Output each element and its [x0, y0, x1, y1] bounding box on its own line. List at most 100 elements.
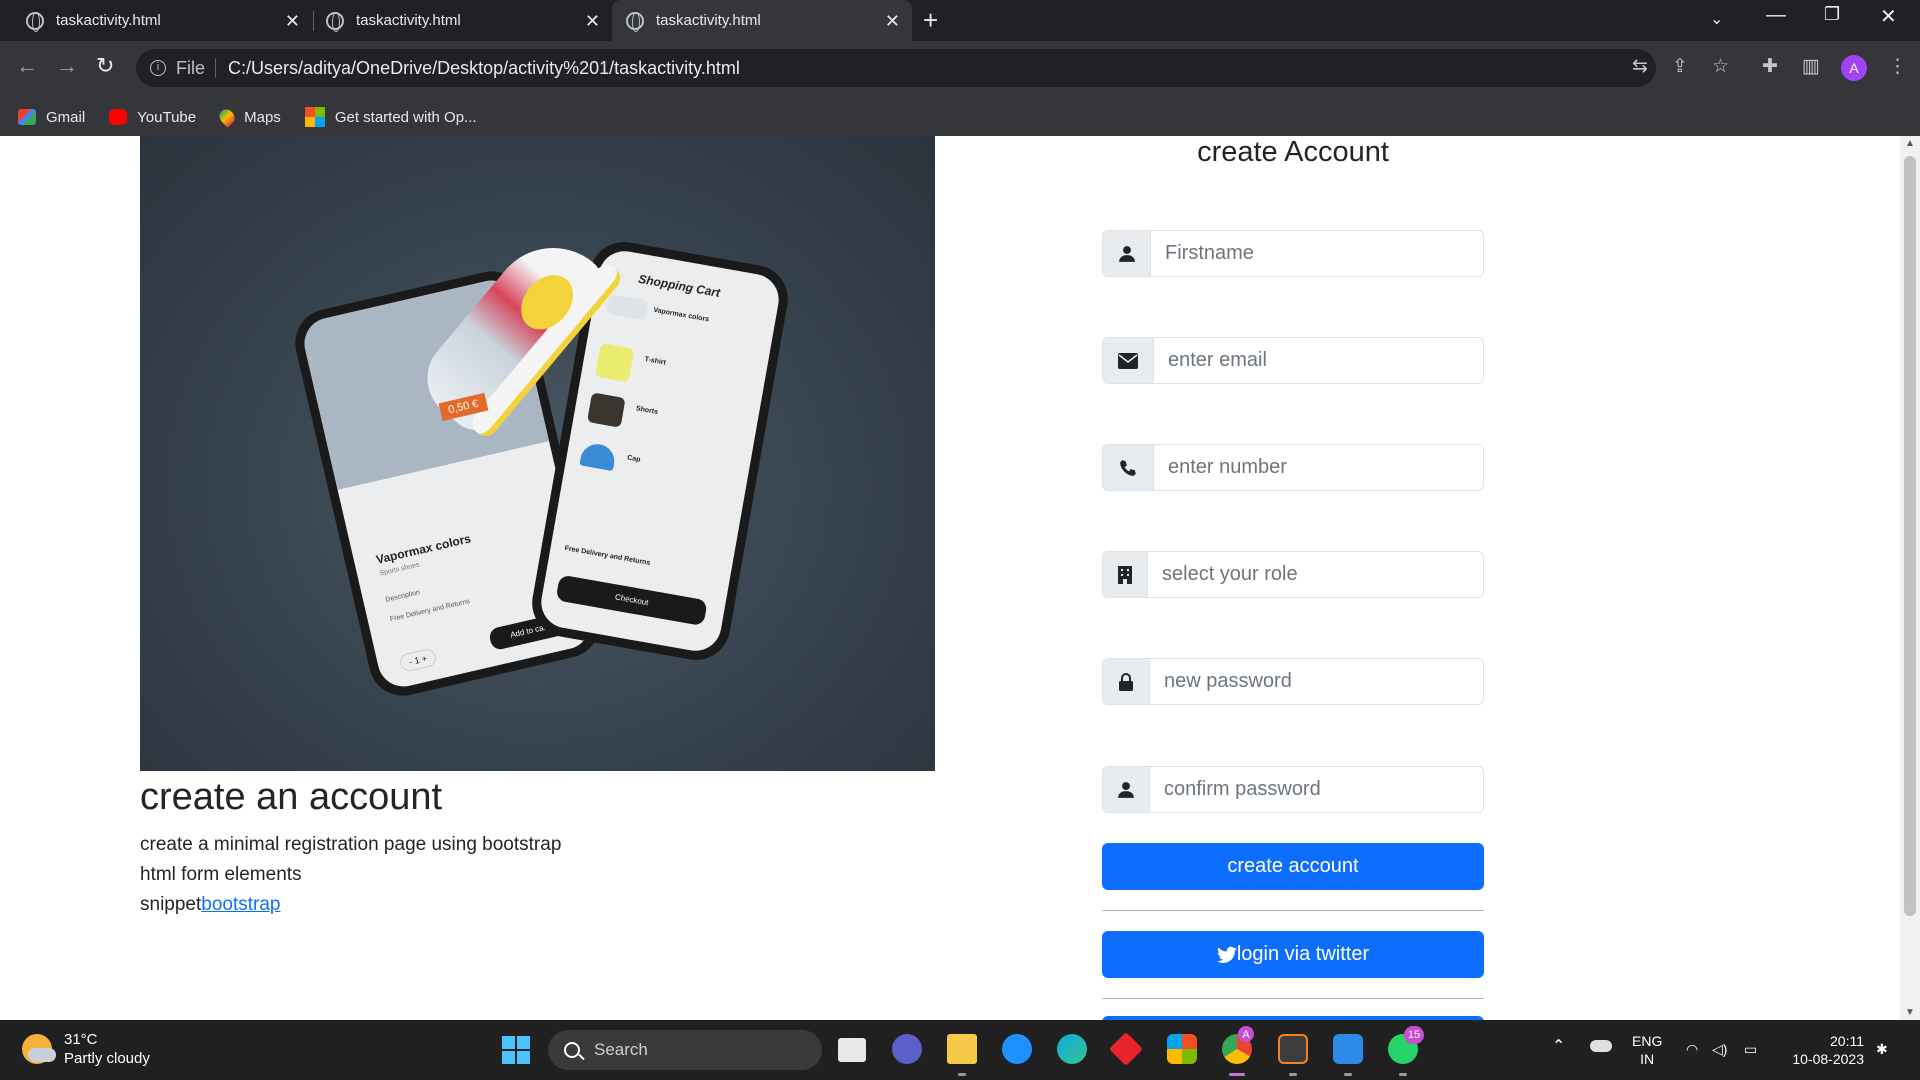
- email-field-group: [1102, 337, 1484, 384]
- share-icon[interactable]: ⇪: [1672, 55, 1688, 78]
- start-button[interactable]: [502, 1036, 530, 1064]
- close-window-button[interactable]: ✕: [1880, 4, 1897, 29]
- bookmark-gmail[interactable]: Gmail: [18, 109, 85, 126]
- new-tab-button[interactable]: +: [923, 5, 938, 36]
- info-icon[interactable]: i: [150, 60, 166, 76]
- sublime-text-icon[interactable]: [1278, 1034, 1308, 1064]
- menu-icon[interactable]: ⋮: [1888, 55, 1907, 78]
- bookmark-youtube[interactable]: YouTube: [109, 109, 196, 126]
- building-icon: [1103, 552, 1148, 597]
- url-text[interactable]: C:/Users/aditya/OneDrive/Desktop/activit…: [228, 58, 740, 79]
- role-input[interactable]: [1148, 552, 1483, 597]
- task-view-icon[interactable]: [838, 1038, 866, 1062]
- file-explorer-icon[interactable]: [947, 1034, 977, 1064]
- close-tab-icon[interactable]: ✕: [585, 11, 600, 32]
- language-code: ENG: [1632, 1033, 1663, 1049]
- restore-button[interactable]: ❐: [1824, 4, 1840, 25]
- cart-item: T-shirt: [644, 355, 667, 367]
- divider: [1102, 910, 1484, 911]
- firstname-input[interactable]: [1151, 231, 1483, 276]
- side-panel-icon[interactable]: ▥: [1802, 55, 1820, 78]
- translate-icon[interactable]: ⇆: [1632, 55, 1648, 78]
- scrollbar-thumb[interactable]: [1904, 156, 1916, 916]
- tab-2[interactable]: taskactivity.html ✕: [312, 0, 612, 41]
- back-icon[interactable]: ←: [16, 53, 38, 79]
- divider: [1102, 998, 1484, 999]
- bookmark-star-icon[interactable]: ☆: [1712, 55, 1729, 78]
- red-app-icon[interactable]: [1109, 1032, 1143, 1066]
- edge-icon[interactable]: [1057, 1034, 1087, 1064]
- wifi-icon[interactable]: ◠: [1686, 1040, 1698, 1058]
- confirm-password-input[interactable]: [1150, 767, 1483, 812]
- bookmark-get-started[interactable]: Get started with Op...: [304, 107, 477, 127]
- bookmarks-bar: Gmail YouTube Maps Get started with Op..…: [0, 99, 483, 135]
- tab-search-icon[interactable]: ⌄: [1710, 9, 1723, 29]
- firstname-field-group: [1102, 230, 1484, 277]
- new-password-input[interactable]: [1150, 659, 1483, 704]
- page-viewport: Vapormax colors Sports shoes Description…: [0, 136, 1900, 1020]
- battery-icon[interactable]: ▭: [1744, 1040, 1757, 1058]
- notifications-icon[interactable]: ✱: [1876, 1040, 1888, 1058]
- microsoft-store-icon[interactable]: [1167, 1034, 1197, 1064]
- youtube-icon: [109, 109, 128, 125]
- product-delivery: Free Delivery and Returns: [389, 598, 471, 624]
- region-code: IN: [1640, 1051, 1655, 1067]
- page-scrollbar[interactable]: ▲ ▼: [1900, 136, 1920, 1020]
- tab-title: taskactivity.html: [56, 12, 161, 29]
- globe-icon: [626, 11, 644, 32]
- photos-icon[interactable]: [1333, 1034, 1363, 1064]
- taskbar-search[interactable]: Search: [548, 1030, 822, 1070]
- tab-1[interactable]: taskactivity.html ✕: [12, 0, 312, 41]
- volume-icon[interactable]: ◁): [1712, 1040, 1727, 1058]
- user-icon: [1103, 231, 1151, 276]
- search-label: Search: [594, 1040, 648, 1059]
- qty-stepper: - 1 +: [398, 647, 438, 673]
- weather-widget[interactable]: 31°C Partly cloudy: [22, 1030, 150, 1068]
- scroll-up-arrow[interactable]: ▲: [1905, 138, 1915, 149]
- language-indicator[interactable]: ENG IN: [1632, 1032, 1662, 1068]
- teams-icon[interactable]: [892, 1034, 922, 1064]
- forward-icon[interactable]: →: [56, 53, 78, 79]
- create-account-button[interactable]: create account: [1102, 843, 1484, 890]
- bookmark-label: Maps: [244, 108, 281, 126]
- get-help-icon[interactable]: [1002, 1034, 1032, 1064]
- scroll-down-arrow[interactable]: ▼: [1905, 1007, 1915, 1018]
- description-line-2: html form elements: [140, 864, 302, 885]
- clock[interactable]: 20:11 10-08-2023: [1780, 1032, 1864, 1068]
- number-input[interactable]: [1154, 445, 1483, 490]
- bookmark-label: YouTube: [137, 108, 197, 126]
- checkout-button: Checkout: [555, 574, 708, 627]
- tab-title: taskactivity.html: [656, 12, 761, 29]
- whatsapp-badge: 15: [1404, 1026, 1424, 1044]
- minimize-button[interactable]: —: [1766, 4, 1786, 27]
- bootstrap-link[interactable]: bootstrap: [201, 894, 280, 915]
- product-description: Description: [384, 589, 421, 604]
- role-field-group: [1102, 551, 1484, 598]
- lock-icon: [1103, 659, 1150, 704]
- close-tab-icon[interactable]: ✕: [285, 11, 300, 32]
- profile-avatar[interactable]: A: [1841, 55, 1867, 81]
- form-title: create Account: [1197, 136, 1389, 168]
- url-scheme: File: [176, 57, 206, 78]
- active-indicator: [1229, 1073, 1245, 1076]
- tab-3-active[interactable]: taskactivity.html ✕: [612, 0, 912, 41]
- address-bar[interactable]: i File C:/Users/aditya/OneDrive/Desktop/…: [136, 49, 1656, 87]
- bookmark-label: Gmail: [46, 108, 86, 126]
- new-password-field-group: [1102, 658, 1484, 705]
- reload-icon[interactable]: ↻: [96, 53, 114, 79]
- bookmark-maps[interactable]: Maps: [216, 106, 281, 128]
- cart-delivery: Free Delivery and Returns: [564, 544, 651, 567]
- phone-icon: [1103, 445, 1154, 490]
- twitter-login-button[interactable]: login via twitter: [1102, 931, 1484, 978]
- close-tab-icon[interactable]: ✕: [885, 11, 900, 32]
- show-hidden-icons[interactable]: ⌃: [1552, 1038, 1565, 1056]
- number-field-group: [1102, 444, 1484, 491]
- browser-tab-strip: taskactivity.html ✕ taskactivity.html ✕ …: [0, 0, 1920, 41]
- windows-taskbar: 31°C Partly cloudy Search A 15 ⌃ ENG IN …: [0, 1020, 1920, 1080]
- extensions-icon[interactable]: ✚: [1762, 55, 1778, 78]
- email-input[interactable]: [1154, 338, 1483, 383]
- user-icon: [1103, 767, 1150, 812]
- onedrive-icon[interactable]: [1590, 1040, 1612, 1052]
- maps-pin-icon: [216, 106, 238, 128]
- cart-item: Shorts: [635, 405, 659, 416]
